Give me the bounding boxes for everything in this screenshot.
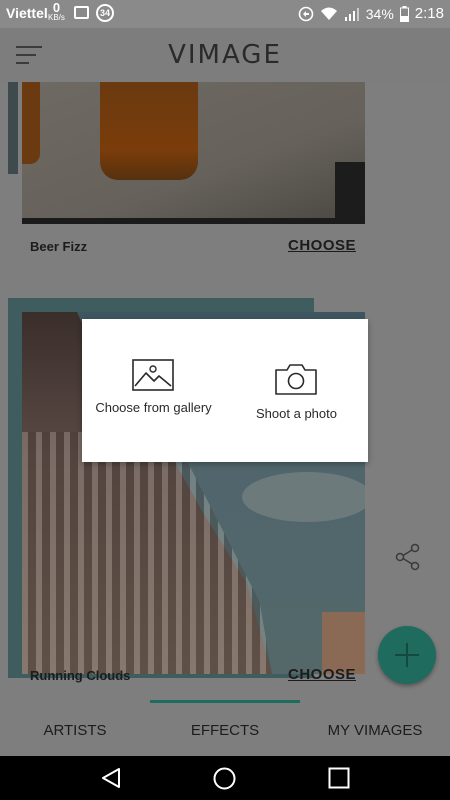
app-title: VIMAGE bbox=[168, 40, 282, 70]
active-tab-indicator bbox=[150, 700, 300, 703]
tab-artists[interactable]: ARTISTS bbox=[0, 722, 150, 739]
effect-name: Beer Fizz bbox=[30, 239, 88, 254]
wifi-icon bbox=[320, 7, 337, 20]
gallery-label: Choose from gallery bbox=[95, 400, 212, 415]
choose-from-gallery-option[interactable]: Choose from gallery bbox=[82, 319, 225, 462]
shoot-photo-option[interactable]: Shoot a photo bbox=[225, 319, 368, 462]
tab-my-vimages[interactable]: MY VIMAGES bbox=[300, 722, 450, 739]
bottom-tab-bar: ARTISTS EFFECTS MY VIMAGES bbox=[0, 700, 450, 756]
camera-icon bbox=[275, 364, 317, 395]
sync-icon bbox=[298, 6, 314, 21]
data-speed-indicator: 0 KB/s bbox=[48, 1, 65, 22]
camera-label: Shoot a photo bbox=[256, 406, 337, 421]
card-shadow bbox=[8, 82, 18, 174]
data-speed-unit: KB/s bbox=[48, 13, 65, 22]
status-bar: Viettel 0 KB/s 34 34% 2:18 bbox=[0, 0, 450, 28]
status-right-group: 34% 2:18 bbox=[298, 5, 444, 22]
notification-count-badge: 34 bbox=[96, 4, 114, 22]
choose-button[interactable]: CHOOSE bbox=[288, 237, 356, 254]
share-icon[interactable] bbox=[393, 542, 423, 572]
back-icon[interactable] bbox=[100, 767, 122, 789]
carrier-name: Viettel bbox=[6, 5, 48, 21]
effect-name: Running Clouds bbox=[30, 668, 131, 683]
battery-icon bbox=[399, 5, 409, 22]
effect-preview-image[interactable] bbox=[22, 82, 365, 224]
gallery-notification-icon bbox=[74, 6, 89, 19]
choose-button[interactable]: CHOOSE bbox=[288, 666, 356, 683]
add-button[interactable] bbox=[378, 626, 436, 684]
clock: 2:18 bbox=[414, 5, 444, 22]
signal-icon bbox=[344, 7, 359, 21]
tab-effects[interactable]: EFFECTS bbox=[150, 722, 300, 739]
app-header: VIMAGE bbox=[0, 28, 450, 82]
recents-icon[interactable] bbox=[328, 767, 350, 789]
system-navigation-bar bbox=[0, 756, 450, 800]
home-icon[interactable] bbox=[213, 767, 236, 790]
image-icon bbox=[132, 359, 174, 391]
image-source-dialog: Choose from gallery Shoot a photo bbox=[82, 319, 368, 462]
battery-percent: 34% bbox=[365, 5, 394, 22]
